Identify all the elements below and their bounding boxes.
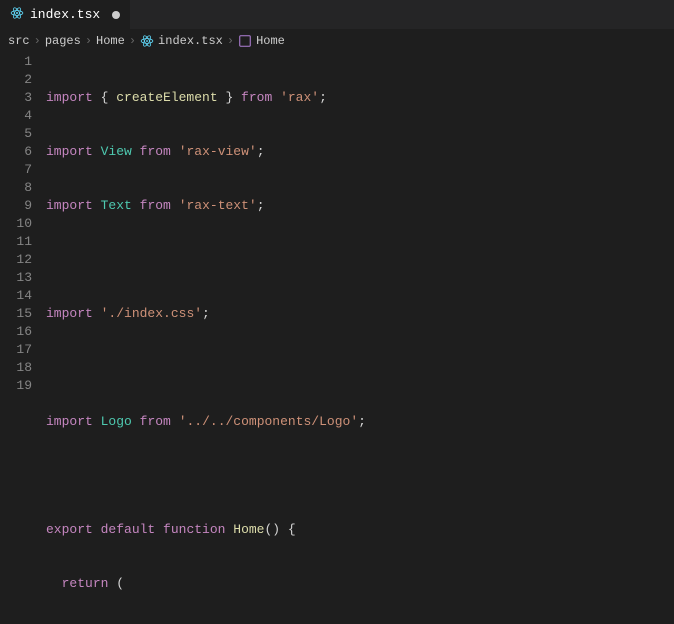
line-number: 2 [0, 71, 32, 89]
line-number: 9 [0, 197, 32, 215]
line-number: 13 [0, 269, 32, 287]
line-number: 19 [0, 377, 32, 395]
breadcrumb-segment[interactable]: Home [256, 34, 285, 48]
file-tab[interactable]: index.tsx [0, 0, 130, 30]
modified-indicator-icon [112, 11, 120, 19]
line-number: 4 [0, 107, 32, 125]
react-icon [10, 6, 24, 24]
line-number: 16 [0, 323, 32, 341]
tab-bar: index.tsx [0, 0, 674, 30]
line-number: 5 [0, 125, 32, 143]
code-line[interactable]: export default function Home() { [46, 521, 674, 539]
line-number: 10 [0, 215, 32, 233]
line-number: 1 [0, 53, 32, 71]
editor[interactable]: 1 2 3 4 5 6 7 8 9 10 11 12 13 14 15 16 1… [0, 52, 674, 624]
code-line[interactable] [46, 467, 674, 485]
code-line[interactable] [46, 359, 674, 377]
line-number: 15 [0, 305, 32, 323]
line-number: 18 [0, 359, 32, 377]
line-number: 14 [0, 287, 32, 305]
code-line[interactable]: import { createElement } from 'rax'; [46, 89, 674, 107]
code-line[interactable] [46, 251, 674, 269]
code-line[interactable]: import Logo from '../../components/Logo'… [46, 413, 674, 431]
breadcrumb-segment[interactable]: src [8, 34, 30, 48]
chevron-right-icon: › [129, 34, 136, 48]
line-number-gutter: 1 2 3 4 5 6 7 8 9 10 11 12 13 14 15 16 1… [0, 52, 46, 624]
line-number: 17 [0, 341, 32, 359]
line-number: 7 [0, 161, 32, 179]
code-line[interactable]: import Text from 'rax-text'; [46, 197, 674, 215]
breadcrumb: src › pages › Home › index.tsx › Home [0, 30, 674, 52]
code-line[interactable]: import View from 'rax-view'; [46, 143, 674, 161]
chevron-right-icon: › [85, 34, 92, 48]
code-line[interactable]: return ( [46, 575, 674, 593]
code-area[interactable]: import { createElement } from 'rax'; imp… [46, 52, 674, 624]
tab-filename: index.tsx [30, 7, 100, 22]
line-number: 8 [0, 179, 32, 197]
line-number: 6 [0, 143, 32, 161]
line-number: 3 [0, 89, 32, 107]
breadcrumb-segment[interactable]: Home [96, 34, 125, 48]
line-number: 12 [0, 251, 32, 269]
react-icon [140, 34, 154, 48]
code-line[interactable]: import './index.css'; [46, 305, 674, 323]
line-number: 11 [0, 233, 32, 251]
symbol-method-icon [238, 34, 252, 48]
chevron-right-icon: › [227, 34, 234, 48]
breadcrumb-segment[interactable]: index.tsx [158, 34, 223, 48]
breadcrumb-segment[interactable]: pages [45, 34, 81, 48]
chevron-right-icon: › [34, 34, 41, 48]
